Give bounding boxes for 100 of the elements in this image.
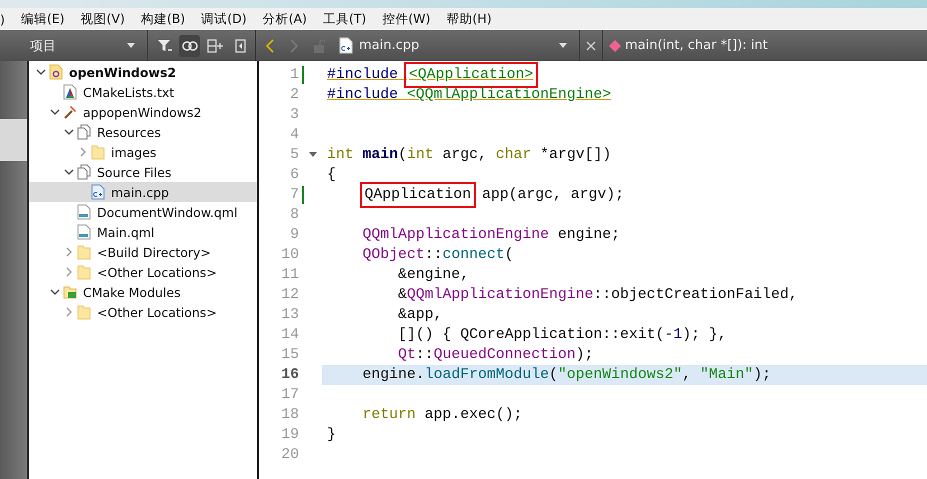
qml-file-icon	[76, 204, 92, 220]
menu-item[interactable]: 调试(D)	[194, 10, 256, 28]
code-text: ); },	[682, 326, 727, 345]
code-text: (	[504, 246, 514, 265]
fold-arrow-icon[interactable]	[309, 152, 317, 158]
code-text: ::objectCreationFailed,	[593, 286, 798, 305]
line-number: 13	[280, 307, 299, 323]
project-icon	[48, 64, 64, 80]
file-name[interactable]: main.cpp	[359, 38, 559, 53]
line-number: 8	[289, 207, 299, 223]
line-number: 20	[280, 447, 299, 463]
split-add-icon[interactable]	[207, 38, 224, 52]
tree-item[interactable]: Main.qml	[29, 222, 257, 242]
diamond-icon	[609, 40, 621, 52]
code-text: int	[406, 146, 434, 165]
code-text: QQmlApplicationEngine	[362, 226, 549, 245]
tree-label: appopenWindows2	[83, 104, 202, 120]
tree-label: DocumentWindow.qml	[97, 204, 238, 220]
dropdown-caret-icon[interactable]	[559, 43, 567, 48]
tree-label: CMake Modules	[83, 284, 181, 300]
tree-item[interactable]: <Other Locations>	[29, 262, 257, 282]
code-text: <QQmlApplicationEngine>	[406, 86, 612, 105]
code-text: QObject	[362, 246, 425, 265]
code-text: argc,	[441, 146, 488, 165]
code-text: app(argc, argv);	[480, 186, 624, 205]
dropdown-caret-icon[interactable]	[126, 43, 135, 48]
tree-label: main.cpp	[111, 184, 169, 200]
code-text: char	[496, 146, 532, 165]
cpp-file-icon	[90, 184, 106, 200]
close-sidebar-icon[interactable]	[234, 38, 246, 52]
symbol-label[interactable]: main(int, char *[]): int	[625, 38, 768, 53]
code-text: #include	[327, 86, 400, 105]
line-number: 16	[280, 367, 299, 383]
line-number: 11	[280, 267, 299, 283]
code-text: Qt	[397, 346, 416, 365]
code-text: &engine,	[397, 266, 470, 285]
tree-label: Source Files	[97, 164, 172, 180]
menu-item[interactable]: 控件(W)	[375, 10, 440, 28]
line-number: 12	[280, 287, 299, 303]
code-text: []() { QCoreApplication::exit(-	[397, 326, 674, 345]
code-text: QQmlApplicationEngine	[406, 286, 594, 305]
modules-folder-icon	[62, 284, 78, 300]
folder-icon	[90, 144, 106, 160]
tree-item[interactable]: openWindows2	[29, 62, 257, 82]
tree-label: <Other Locations>	[97, 264, 217, 280]
code-text: (	[549, 366, 558, 385]
code-text: connect	[442, 246, 505, 265]
tree-label: <Build Directory>	[97, 244, 211, 260]
menu-item[interactable]: 视图(V)	[74, 10, 134, 28]
filter-icon[interactable]	[156, 38, 172, 52]
line-number: 5	[289, 147, 299, 163]
menu-item[interactable]: )	[0, 12, 14, 26]
menu-item[interactable]: 分析(A)	[256, 10, 316, 28]
tree-item[interactable]: <Other Locations>	[29, 302, 257, 322]
tree-label: Resources	[97, 124, 161, 140]
line-number: 7	[289, 187, 299, 203]
tree-label: images	[111, 144, 156, 160]
tree-label: openWindows2	[69, 64, 176, 80]
lock-icon	[313, 38, 325, 52]
qml-file-icon	[76, 224, 92, 240]
link-icon[interactable]	[182, 40, 198, 50]
line-number: 17	[280, 387, 299, 403]
line-number: 4	[289, 127, 299, 143]
tree-item[interactable]: appopenWindows2	[29, 102, 257, 122]
folder-icon	[76, 244, 92, 260]
tree-label: <Other Locations>	[97, 304, 217, 320]
menu-item[interactable]: 编辑(E)	[14, 10, 74, 28]
cmake-file-icon	[62, 84, 78, 100]
code-text: "Main"	[700, 366, 754, 385]
code-text: 1	[673, 326, 682, 345]
menu-item[interactable]: 帮助(H)	[439, 10, 501, 28]
code-text: );	[753, 366, 772, 385]
tree-label: CMakeLists.txt	[83, 84, 174, 100]
code-text: loadFromModule	[424, 366, 550, 385]
menu-item[interactable]: 工具(T)	[316, 10, 376, 28]
line-number: 6	[289, 167, 299, 183]
code-text: "openWindows2"	[558, 366, 682, 385]
tree-item[interactable]: CMake Modules	[29, 282, 257, 302]
code-text: (	[398, 146, 407, 165]
close-icon[interactable]	[586, 40, 596, 50]
menu-item[interactable]: 构建(B)	[134, 10, 194, 28]
code-text: &app,	[397, 306, 442, 325]
tree-item[interactable]: CMakeLists.txt	[29, 82, 257, 102]
cpp-file-icon	[339, 37, 353, 54]
tree-item[interactable]: Resources	[29, 122, 257, 142]
tree-item[interactable]: Source Files	[29, 162, 257, 182]
tree-item[interactable]: images	[29, 142, 257, 162]
code-text: app.exec();	[424, 406, 522, 425]
tree-item[interactable]: DocumentWindow.qml	[29, 202, 257, 222]
tree-item[interactable]: main.cpp	[29, 182, 257, 202]
folder-icon	[76, 304, 92, 320]
tree-item[interactable]: <Build Directory>	[29, 242, 257, 262]
sidebar-title[interactable]: 项目	[26, 36, 127, 54]
hammer-icon	[62, 104, 78, 120]
file-group-icon	[76, 164, 92, 180]
highlighted-code: QApplication	[362, 185, 474, 205]
folder-icon	[76, 264, 92, 280]
code-text: int	[327, 146, 355, 165]
line-number: 1	[289, 67, 299, 83]
code-text: *argv[])	[539, 146, 612, 165]
